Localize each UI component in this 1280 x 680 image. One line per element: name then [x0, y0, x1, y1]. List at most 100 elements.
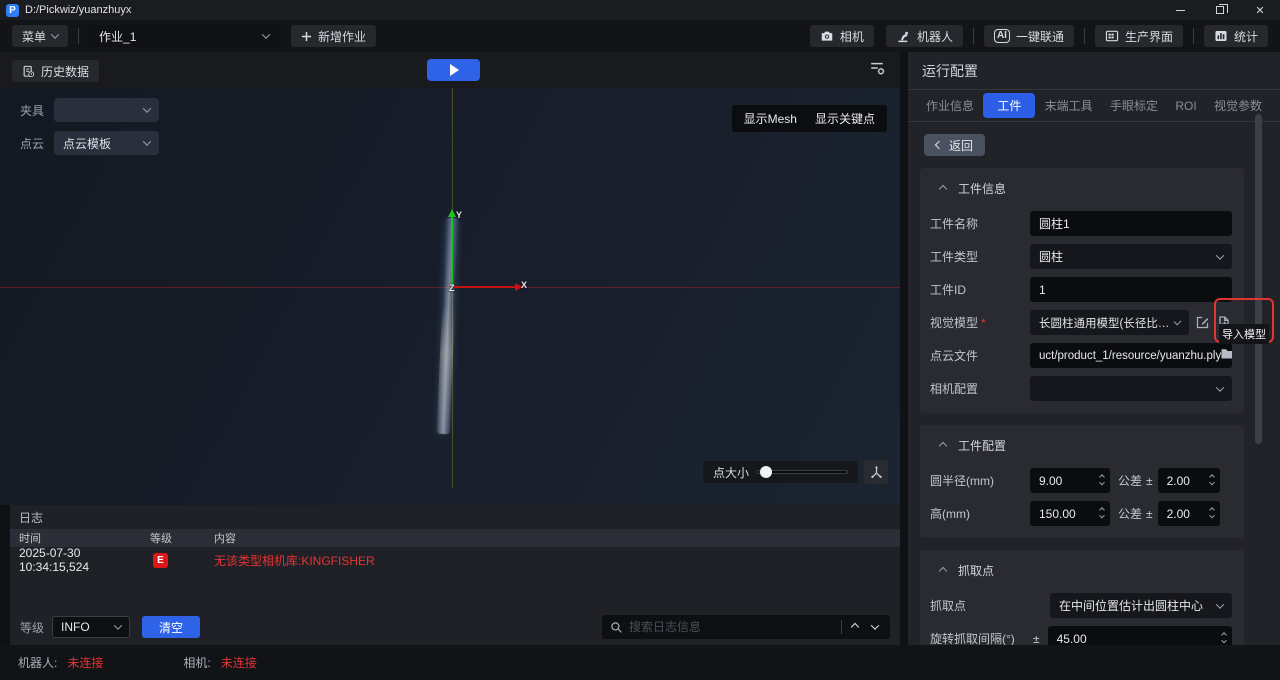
spinner-arrows[interactable]: [1222, 633, 1226, 644]
vision-model-value: 长圆柱通用模型(长径比大于4:1): [1039, 315, 1175, 331]
production-label: 生产界面: [1125, 28, 1173, 45]
search-prev-button[interactable]: [848, 622, 862, 632]
robot-button[interactable]: 机器人: [886, 25, 963, 47]
tab-roi[interactable]: ROI: [1167, 96, 1204, 116]
search-separator: [841, 620, 842, 634]
job-select[interactable]: 作业_1: [89, 25, 279, 47]
height-tolerance-value: 2.00: [1167, 507, 1190, 521]
clear-log-button[interactable]: 清空: [142, 616, 200, 638]
chevron-up-icon: [851, 623, 859, 631]
back-label: 返回: [949, 137, 973, 154]
log-time: 2025-07-30 10:34:15,524: [10, 546, 150, 574]
stats-bars-icon: [1214, 29, 1228, 43]
display-settings-icon[interactable]: [868, 60, 886, 76]
show-mesh-button[interactable]: 显示Mesh: [732, 105, 809, 132]
chevron-down-icon: [1216, 251, 1224, 259]
log-title: 日志: [10, 505, 900, 529]
camera-button[interactable]: 相机: [810, 25, 874, 47]
close-button[interactable]: ✕: [1240, 0, 1280, 20]
log-row[interactable]: 2025-07-30 10:34:15,524 E 无该类型相机库:KINGFI…: [10, 547, 900, 573]
x-axis-label: X: [521, 280, 527, 290]
minimize-button[interactable]: [1160, 0, 1200, 20]
toolbar-separator: [973, 28, 974, 44]
radius-tolerance-input[interactable]: 2.00: [1158, 468, 1220, 493]
play-button[interactable]: [427, 59, 480, 81]
one-click-connect-button[interactable]: AI 一键联通: [984, 25, 1074, 47]
tab-end-tool[interactable]: 末端工具: [1037, 94, 1101, 117]
collapse-icon: [939, 566, 947, 574]
log-header-row: 时间 等级 内容: [10, 529, 900, 547]
titlebar: P D:/Pickwiz/yuanzhuyx ✕: [0, 0, 1280, 20]
minimize-icon: [1176, 10, 1185, 11]
height-label: 高(mm): [930, 505, 1030, 522]
app-window: P D:/Pickwiz/yuanzhuyx ✕ 菜单 作业_1 新增作业 相机: [0, 0, 1280, 680]
grasp-point-header[interactable]: 抓取点: [930, 560, 1232, 585]
browse-file-button[interactable]: [1219, 345, 1232, 362]
camera-config-label: 相机配置: [930, 380, 1030, 397]
3d-viewport[interactable]: 夹具 点云 点云模板 显示Mesh 显示关键点 Y X Z 点大小: [0, 88, 900, 505]
workpiece-type-select[interactable]: 圆柱: [1030, 244, 1232, 269]
point-size-slider[interactable]: [757, 470, 848, 474]
spinner-arrows[interactable]: [1210, 475, 1214, 486]
log-level-select[interactable]: INFO: [52, 616, 130, 638]
camera-config-select[interactable]: [1030, 376, 1232, 401]
ai-icon: AI: [994, 29, 1010, 43]
restore-button[interactable]: [1200, 0, 1240, 20]
toolbar-separator: [78, 28, 79, 44]
workpiece-name-input[interactable]: 圆柱1: [1030, 211, 1232, 236]
pointcloud-select[interactable]: 点云模板: [54, 131, 159, 155]
spinner-arrows[interactable]: [1100, 508, 1104, 519]
slider-knob[interactable]: [760, 466, 772, 478]
panel-scrollbar[interactable]: [1255, 114, 1262, 444]
log-panel: 日志 时间 等级 内容 2025-07-30 10:34:15,524 E 无该…: [10, 505, 900, 645]
workpiece-name-label: 工件名称: [930, 215, 1030, 232]
pointcloud-file-input[interactable]: uct/product_1/resource/yuanzhu.ply: [1030, 343, 1232, 368]
spinner-arrows[interactable]: [1210, 508, 1214, 519]
pointcloud-label: 点云: [20, 135, 44, 152]
production-view-button[interactable]: 生产界面: [1095, 25, 1183, 47]
log-search-input[interactable]: [629, 620, 835, 634]
spinner-arrows[interactable]: [1100, 475, 1104, 486]
vision-model-select[interactable]: 长圆柱通用模型(长径比大于4:1): [1030, 310, 1189, 335]
menu-button[interactable]: 菜单: [12, 25, 68, 47]
add-job-label: 新增作业: [318, 28, 366, 45]
grasp-point-section: 抓取点 抓取点 在中间位置估计出圆柱中心 旋转抓取间隔(°) ± 45.00: [920, 550, 1244, 645]
workpiece-info-header[interactable]: 工件信息: [930, 178, 1232, 203]
chevron-down-icon: [143, 137, 151, 145]
grasp-point-value: 在中间位置估计出圆柱中心: [1059, 597, 1203, 614]
menu-label: 菜单: [22, 28, 46, 45]
edit-model-button[interactable]: [1195, 315, 1210, 330]
fixture-label: 夹具: [20, 102, 44, 119]
tab-hand-eye-calibration[interactable]: 手眼标定: [1102, 94, 1166, 117]
search-next-button[interactable]: [868, 622, 882, 632]
tab-workpiece[interactable]: 工件: [983, 93, 1035, 118]
tab-job-info[interactable]: 作业信息: [918, 94, 982, 117]
log-col-level: 等级: [150, 530, 214, 546]
workpiece-config-header[interactable]: 工件配置: [930, 435, 1232, 460]
axis-view-button[interactable]: [864, 460, 888, 484]
height-input[interactable]: 150.00: [1030, 501, 1110, 526]
radius-input[interactable]: 9.00: [1030, 468, 1110, 493]
log-footer: 等级 INFO 清空: [10, 613, 900, 641]
log-col-content: 内容: [214, 530, 900, 546]
fixture-select[interactable]: [54, 98, 159, 122]
collapse-icon: [939, 441, 947, 449]
log-message: 无该类型相机库:KINGFISHER: [214, 552, 900, 569]
workpiece-id-input[interactable]: 1: [1030, 277, 1232, 302]
chevron-down-icon: [1216, 383, 1224, 391]
grasp-point-select[interactable]: 在中间位置估计出圆柱中心: [1050, 593, 1232, 618]
radius-tolerance-value: 2.00: [1167, 474, 1190, 488]
history-data-button[interactable]: 历史数据: [12, 60, 99, 82]
pointcloud-file-value: uct/product_1/resource/yuanzhu.ply: [1039, 350, 1221, 362]
pointcloud-row: 点云 点云模板: [20, 131, 159, 155]
show-keypoints-button[interactable]: 显示关键点: [803, 105, 887, 132]
rotation-interval-input[interactable]: 45.00: [1048, 626, 1232, 645]
import-model-tooltip: 导入模型: [1219, 324, 1269, 344]
add-job-button[interactable]: 新增作业: [291, 25, 376, 47]
statistics-button[interactable]: 统计: [1204, 25, 1268, 47]
plus-minus-sign: ±: [1033, 632, 1040, 646]
height-tolerance-input[interactable]: 2.00: [1158, 501, 1220, 526]
pointcloud-value: 点云模板: [63, 135, 111, 152]
history-data-label: 历史数据: [41, 63, 89, 80]
back-button[interactable]: 返回: [924, 134, 985, 156]
